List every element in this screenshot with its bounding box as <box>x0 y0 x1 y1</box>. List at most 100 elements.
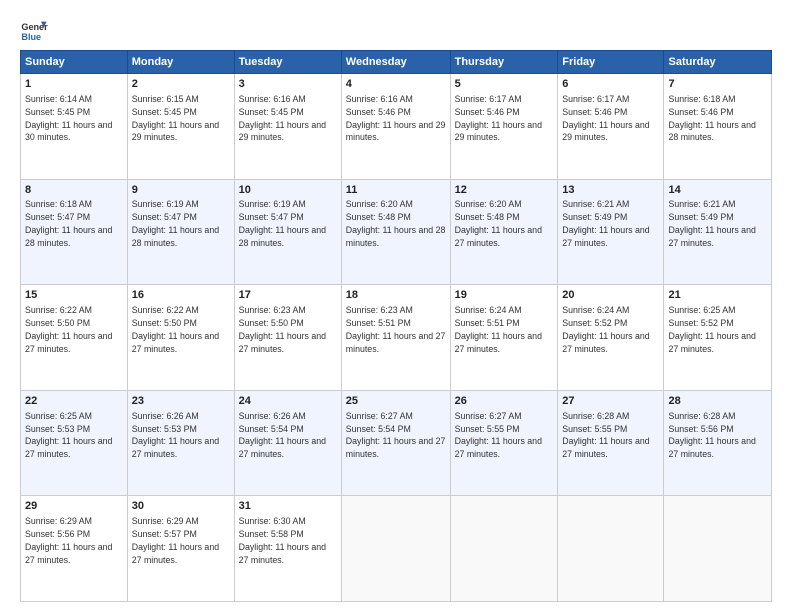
calendar-week-row: 8Sunrise: 6:18 AMSunset: 5:47 PMDaylight… <box>21 179 772 285</box>
day-info: Sunrise: 6:14 AMSunset: 5:45 PMDaylight:… <box>25 94 112 143</box>
calendar-day-cell: 20Sunrise: 6:24 AMSunset: 5:52 PMDayligh… <box>558 285 664 391</box>
logo: General Blue <box>20 16 48 44</box>
calendar-day-cell: 14Sunrise: 6:21 AMSunset: 5:49 PMDayligh… <box>664 179 772 285</box>
calendar-day-cell: 30 Sunrise: 6:29 AMSunset: 5:57 PMDayligh… <box>127 496 234 602</box>
day-info: Sunrise: 6:17 AMSunset: 5:46 PMDaylight:… <box>562 94 649 143</box>
calendar-day-cell: 25Sunrise: 6:27 AMSunset: 5:54 PMDayligh… <box>341 390 450 496</box>
day-number: 14 <box>668 183 767 198</box>
calendar-week-row: 22Sunrise: 6:25 AMSunset: 5:53 PMDayligh… <box>21 390 772 496</box>
day-header-thursday: Thursday <box>450 51 558 74</box>
day-info: Sunrise: 6:28 AMSunset: 5:55 PMDaylight:… <box>562 411 649 460</box>
calendar-day-cell: 5Sunrise: 6:17 AMSunset: 5:46 PMDaylight… <box>450 74 558 180</box>
calendar-day-cell: 2 Sunrise: 6:15 AMSunset: 5:45 PMDaylight… <box>127 74 234 180</box>
day-number: 29 <box>25 499 123 514</box>
day-info: Sunrise: 6:26 AMSunset: 5:54 PMDaylight:… <box>239 411 326 460</box>
day-number: 13 <box>562 183 659 198</box>
day-number: 15 <box>25 288 123 303</box>
calendar-week-row: 15 Sunrise: 6:22 AMSunset: 5:50 PMDayligh… <box>21 285 772 391</box>
day-info: Sunrise: 6:16 AMSunset: 5:45 PMDaylight:… <box>239 94 326 143</box>
day-number: 6 <box>562 77 659 92</box>
day-number: 21 <box>668 288 767 303</box>
calendar-day-cell: 7 Sunrise: 6:18 AMSunset: 5:46 PMDaylight… <box>664 74 772 180</box>
calendar-day-cell: 21 Sunrise: 6:25 AMSunset: 5:52 PMDayligh… <box>664 285 772 391</box>
calendar-page: General Blue SundayMondayTuesdayWednesda… <box>0 0 792 612</box>
day-header-saturday: Saturday <box>664 51 772 74</box>
day-info: Sunrise: 6:21 AMSunset: 5:49 PMDaylight:… <box>668 199 755 248</box>
calendar-day-cell: 4Sunrise: 6:16 AMSunset: 5:46 PMDaylight… <box>341 74 450 180</box>
calendar-day-cell: 11Sunrise: 6:20 AMSunset: 5:48 PMDayligh… <box>341 179 450 285</box>
day-info: Sunrise: 6:15 AMSunset: 5:45 PMDaylight:… <box>132 94 219 143</box>
day-number: 27 <box>562 394 659 409</box>
day-info: Sunrise: 6:23 AMSunset: 5:51 PMDaylight:… <box>346 305 446 354</box>
day-info: Sunrise: 6:19 AMSunset: 5:47 PMDaylight:… <box>132 199 219 248</box>
day-number: 22 <box>25 394 123 409</box>
day-number: 20 <box>562 288 659 303</box>
day-info: Sunrise: 6:30 AMSunset: 5:58 PMDaylight:… <box>239 516 326 565</box>
day-info: Sunrise: 6:25 AMSunset: 5:52 PMDaylight:… <box>668 305 755 354</box>
calendar-day-cell: 19 Sunrise: 6:24 AMSunset: 5:51 PMDayligh… <box>450 285 558 391</box>
calendar-day-cell: 1 Sunrise: 6:14 AMSunset: 5:45 PMDaylight… <box>21 74 128 180</box>
day-number: 26 <box>455 394 554 409</box>
calendar-day-cell: 8Sunrise: 6:18 AMSunset: 5:47 PMDaylight… <box>21 179 128 285</box>
calendar-week-row: 1 Sunrise: 6:14 AMSunset: 5:45 PMDaylight… <box>21 74 772 180</box>
day-number: 28 <box>668 394 767 409</box>
day-info: Sunrise: 6:23 AMSunset: 5:50 PMDaylight:… <box>239 305 326 354</box>
day-header-friday: Friday <box>558 51 664 74</box>
day-number: 3 <box>239 77 337 92</box>
logo-icon: General Blue <box>20 16 48 44</box>
day-number: 17 <box>239 288 337 303</box>
day-number: 23 <box>132 394 230 409</box>
day-info: Sunrise: 6:28 AMSunset: 5:56 PMDaylight:… <box>668 411 755 460</box>
calendar-day-cell: 3 Sunrise: 6:16 AMSunset: 5:45 PMDaylight… <box>234 74 341 180</box>
calendar-day-cell <box>664 496 772 602</box>
day-info: Sunrise: 6:24 AMSunset: 5:51 PMDaylight:… <box>455 305 542 354</box>
svg-text:Blue: Blue <box>21 32 41 42</box>
day-info: Sunrise: 6:18 AMSunset: 5:46 PMDaylight:… <box>668 94 755 143</box>
day-number: 19 <box>455 288 554 303</box>
calendar-day-cell: 23 Sunrise: 6:26 AMSunset: 5:53 PMDayligh… <box>127 390 234 496</box>
day-number: 7 <box>668 77 767 92</box>
calendar-day-cell: 15 Sunrise: 6:22 AMSunset: 5:50 PMDayligh… <box>21 285 128 391</box>
day-info: Sunrise: 6:19 AMSunset: 5:47 PMDaylight:… <box>239 199 326 248</box>
day-number: 5 <box>455 77 554 92</box>
page-header: General Blue <box>20 16 772 44</box>
calendar-day-cell: 18 Sunrise: 6:23 AMSunset: 5:51 PMDayligh… <box>341 285 450 391</box>
day-number: 10 <box>239 183 337 198</box>
day-info: Sunrise: 6:29 AMSunset: 5:57 PMDaylight:… <box>132 516 219 565</box>
day-info: Sunrise: 6:27 AMSunset: 5:55 PMDaylight:… <box>455 411 542 460</box>
calendar-day-cell: 17 Sunrise: 6:23 AMSunset: 5:50 PMDayligh… <box>234 285 341 391</box>
day-info: Sunrise: 6:26 AMSunset: 5:53 PMDaylight:… <box>132 411 219 460</box>
day-info: Sunrise: 6:22 AMSunset: 5:50 PMDaylight:… <box>25 305 112 354</box>
calendar-day-cell <box>558 496 664 602</box>
day-info: Sunrise: 6:21 AMSunset: 5:49 PMDaylight:… <box>562 199 649 248</box>
day-info: Sunrise: 6:20 AMSunset: 5:48 PMDaylight:… <box>346 199 446 248</box>
day-info: Sunrise: 6:22 AMSunset: 5:50 PMDaylight:… <box>132 305 219 354</box>
calendar-day-cell: 27 Sunrise: 6:28 AMSunset: 5:55 PMDayligh… <box>558 390 664 496</box>
calendar-day-cell: 28 Sunrise: 6:28 AMSunset: 5:56 PMDayligh… <box>664 390 772 496</box>
day-number: 30 <box>132 499 230 514</box>
calendar-day-cell <box>341 496 450 602</box>
day-number: 31 <box>239 499 337 514</box>
day-number: 18 <box>346 288 446 303</box>
calendar-day-cell: 6 Sunrise: 6:17 AMSunset: 5:46 PMDaylight… <box>558 74 664 180</box>
calendar-day-cell: 12Sunrise: 6:20 AMSunset: 5:48 PMDayligh… <box>450 179 558 285</box>
calendar-header-row: SundayMondayTuesdayWednesdayThursdayFrid… <box>21 51 772 74</box>
calendar-day-cell: 9Sunrise: 6:19 AMSunset: 5:47 PMDaylight… <box>127 179 234 285</box>
day-number: 2 <box>132 77 230 92</box>
day-number: 16 <box>132 288 230 303</box>
calendar-day-cell: 29Sunrise: 6:29 AMSunset: 5:56 PMDayligh… <box>21 496 128 602</box>
day-number: 4 <box>346 77 446 92</box>
day-number: 1 <box>25 77 123 92</box>
day-number: 11 <box>346 183 446 198</box>
calendar-day-cell: 31 Sunrise: 6:30 AMSunset: 5:58 PMDayligh… <box>234 496 341 602</box>
calendar-day-cell: 24 Sunrise: 6:26 AMSunset: 5:54 PMDayligh… <box>234 390 341 496</box>
day-number: 24 <box>239 394 337 409</box>
calendar-day-cell: 22Sunrise: 6:25 AMSunset: 5:53 PMDayligh… <box>21 390 128 496</box>
day-number: 9 <box>132 183 230 198</box>
calendar-day-cell <box>450 496 558 602</box>
day-number: 25 <box>346 394 446 409</box>
calendar-table: SundayMondayTuesdayWednesdayThursdayFrid… <box>20 50 772 602</box>
day-number: 12 <box>455 183 554 198</box>
day-header-tuesday: Tuesday <box>234 51 341 74</box>
day-number: 8 <box>25 183 123 198</box>
